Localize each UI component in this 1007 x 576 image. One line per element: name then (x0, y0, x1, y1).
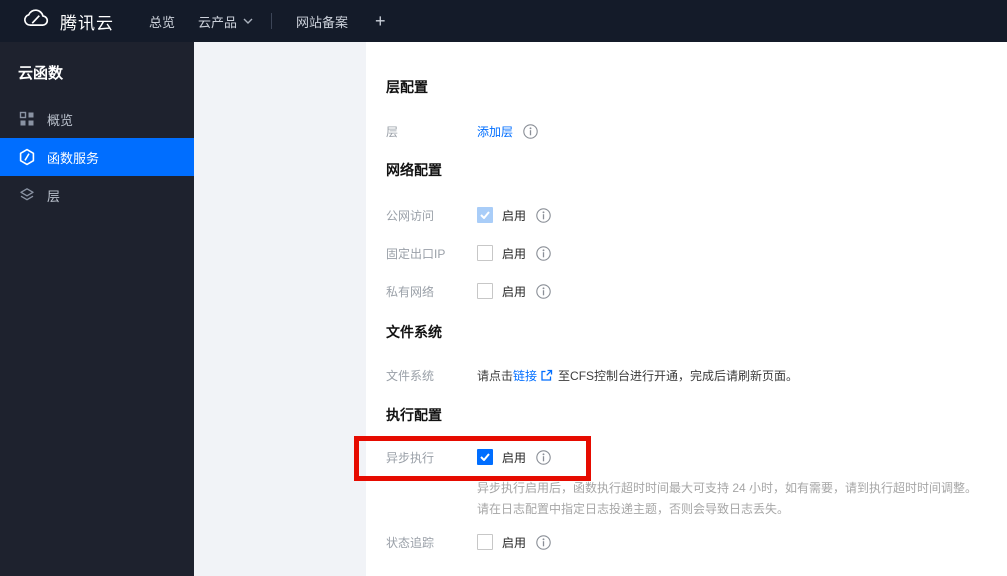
async-execution-checkbox[interactable] (477, 449, 493, 465)
info-icon[interactable] (536, 207, 551, 223)
sidebar-title: 云函数 (18, 65, 64, 82)
cfs-link[interactable]: 链接 (513, 367, 537, 384)
tencent-cloud-logo[interactable]: 腾讯云 (21, 7, 114, 36)
external-link-icon[interactable] (540, 369, 553, 382)
row-label: 文件系统 (386, 368, 435, 383)
config-row-fixed-egress-ip: 固定出口IP 启用 (386, 243, 1007, 263)
row-label: 状态追踪 (386, 535, 435, 550)
sidebar-item-label: 概览 (47, 112, 74, 128)
config-row-layer: 层 添加层 (386, 121, 1007, 141)
async-execution-help-text: 异步执行启用后，函数执行超时时间最大可支持 24 小时，如有需要，请到执行超时时… (477, 481, 978, 516)
grid-icon (18, 110, 36, 128)
row-label: 公网访问 (386, 208, 435, 223)
section-heading-execution-config: 执行配置 (386, 407, 442, 423)
chevron-down-icon (243, 18, 253, 24)
public-access-checkbox[interactable] (477, 207, 493, 223)
nav-cloud-products[interactable]: 云产品 (198, 12, 253, 31)
nav-overview[interactable]: 总览 (149, 12, 175, 31)
sidebar-item-label: 函数服务 (47, 150, 100, 166)
enable-label: 启用 (502, 208, 527, 223)
cloud-logo-icon (21, 7, 51, 36)
function-config-panel: 层配置 层 添加层 网络配置 公网访问 启用 固定出口IP 启用 私有网络 启用… (366, 42, 1007, 576)
row-label: 私有网络 (386, 284, 435, 299)
function-hexagon-icon (18, 148, 36, 166)
enable-label: 启用 (502, 284, 527, 299)
info-icon[interactable] (523, 123, 538, 139)
enable-label: 启用 (502, 535, 527, 550)
sidebar: 云函数 概览 函数服务 层 (0, 42, 194, 576)
secondary-panel (194, 42, 366, 576)
info-icon[interactable] (536, 534, 551, 550)
file-system-text-after: 至CFS控制台进行开通，完成后请刷新页面。 (558, 368, 799, 383)
status-trace-checkbox[interactable] (477, 534, 493, 550)
sidebar-item-function-service[interactable]: 函数服务 (0, 138, 194, 176)
config-row-status-trace: 状态追踪 启用 (386, 532, 1007, 552)
row-label: 层 (386, 124, 399, 139)
enable-label: 启用 (502, 450, 527, 465)
private-network-checkbox[interactable] (477, 283, 493, 299)
brand-name: 腾讯云 (60, 13, 114, 33)
nav-divider (271, 13, 273, 29)
config-row-async-execution: 异步执行 启用 (386, 447, 1007, 467)
add-tab-button[interactable]: + (375, 12, 386, 30)
layers-icon (18, 186, 36, 204)
row-label: 异步执行 (386, 450, 435, 465)
file-system-text-before: 请点击 (477, 368, 514, 383)
add-layer-link[interactable]: 添加层 (477, 123, 513, 140)
info-icon[interactable] (536, 283, 551, 299)
sidebar-item-layers[interactable]: 层 (0, 176, 194, 214)
sidebar-item-overview[interactable]: 概览 (0, 100, 194, 138)
config-row-public-access: 公网访问 启用 (386, 205, 1007, 225)
tencent-cloud-console: 腾讯云 总览 云产品 网站备案 + 云函数 概览 函数服务 层 层配置 层 添加… (0, 0, 1007, 576)
enable-label: 启用 (502, 246, 527, 261)
nav-website-record[interactable]: 网站备案 (296, 12, 348, 31)
section-heading-file-system: 文件系统 (386, 324, 442, 340)
config-row-file-system: 文件系统 请点击 链接 至CFS控制台进行开通，完成后请刷新页面。 (386, 365, 1007, 385)
section-heading-layer-config: 层配置 (386, 79, 428, 95)
sidebar-item-label: 层 (47, 188, 61, 204)
info-icon[interactable] (536, 449, 551, 465)
top-navbar: 腾讯云 总览 云产品 网站备案 + (0, 0, 1007, 42)
config-row-private-network: 私有网络 启用 (386, 281, 1007, 301)
fixed-egress-ip-checkbox[interactable] (477, 245, 493, 261)
sidebar-menu: 概览 函数服务 层 (0, 100, 194, 214)
section-heading-network-config: 网络配置 (386, 162, 442, 178)
row-label: 固定出口IP (386, 246, 446, 261)
info-icon[interactable] (536, 245, 551, 261)
